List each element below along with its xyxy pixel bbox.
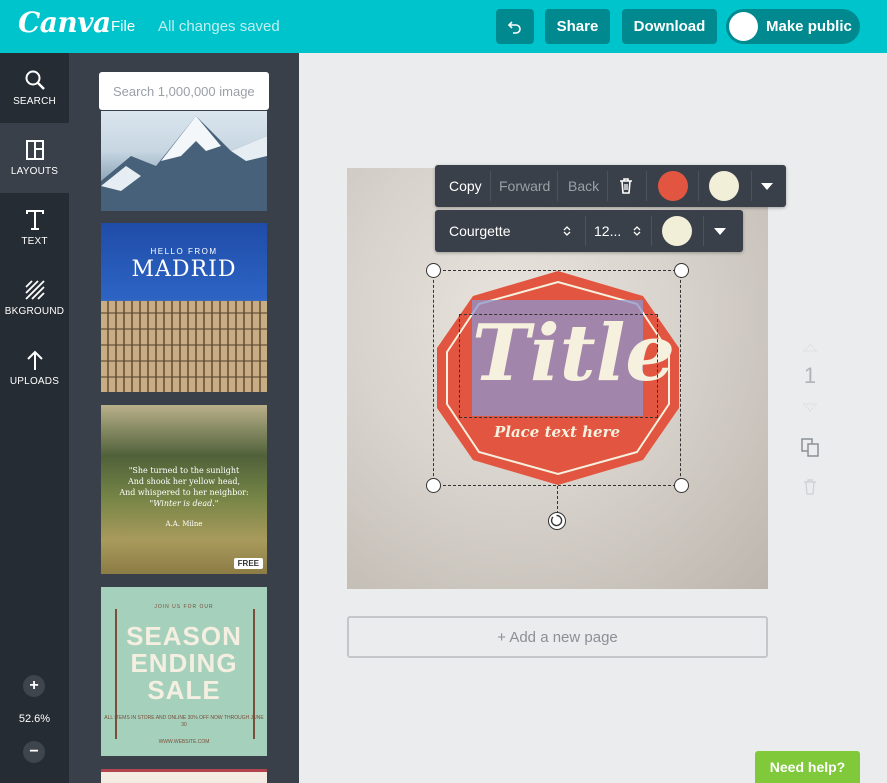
- copy-button[interactable]: Copy: [449, 165, 482, 207]
- mountain-image: [101, 116, 267, 211]
- divider: [646, 171, 647, 201]
- top-bar: Canva File All changes saved Share Downl…: [0, 0, 887, 53]
- need-help-button[interactable]: Need help?: [755, 751, 860, 783]
- toggle-knob: [729, 12, 758, 41]
- share-button[interactable]: Share: [545, 9, 610, 44]
- page-down-icon[interactable]: [803, 403, 817, 413]
- font-size-stepper-icon[interactable]: [633, 225, 641, 237]
- divider: [698, 171, 699, 201]
- delete-page-icon[interactable]: [802, 478, 818, 496]
- make-public-label: Make public: [766, 18, 852, 35]
- madrid-title-text: MADRID: [131, 257, 237, 282]
- image-search-input[interactable]: [99, 72, 269, 110]
- sale-word: SALE: [147, 675, 221, 705]
- rotate-icon: [550, 514, 563, 527]
- search-icon: [25, 70, 45, 90]
- layouts-panel: HELLO FROM MADRID "She turned to the sun…: [69, 53, 299, 783]
- quote-line: And shook her yellow head,: [127, 477, 241, 486]
- color-swatch-secondary[interactable]: [709, 171, 739, 201]
- undo-icon: [507, 20, 521, 34]
- background-icon: [24, 280, 45, 300]
- layout-thumbnail-partial[interactable]: [101, 769, 267, 783]
- zoom-out-button[interactable]: −: [23, 741, 45, 763]
- page-up-icon[interactable]: [803, 342, 817, 352]
- divider: [607, 171, 608, 201]
- color-swatch-primary[interactable]: [658, 171, 688, 201]
- layout-thumbnail-sale[interactable]: JOIN US FOR OUR SEASON ENDING SALE ALL I…: [101, 587, 267, 756]
- zoom-level: 52.6%: [18, 713, 51, 725]
- divider: [751, 171, 752, 201]
- layouts-icon: [25, 140, 44, 160]
- sale-details: ALL ITEMS IN STORE AND ONLINE 30% OFF NO…: [104, 715, 264, 728]
- rail-item-text[interactable]: TEXT: [0, 193, 69, 263]
- rail-label-search: SEARCH: [13, 96, 56, 107]
- madrid-hello-text: HELLO FROM: [150, 247, 218, 256]
- rail-item-uploads[interactable]: UPLOADS: [0, 333, 69, 403]
- divider: [651, 216, 652, 246]
- font-family-select[interactable]: Courgette: [449, 210, 510, 252]
- rail-label-layouts: LAYOUTS: [10, 166, 59, 177]
- file-menu[interactable]: File: [111, 18, 135, 35]
- group-selection-box: [433, 270, 681, 486]
- quote-emphasis: "Winter is dead.": [149, 499, 219, 508]
- page-number: 1: [803, 363, 817, 388]
- layout-thumbnail-mountain[interactable]: [101, 111, 267, 211]
- back-button[interactable]: Back: [568, 165, 599, 207]
- divider: [557, 171, 558, 201]
- layout-thumbnail-madrid[interactable]: HELLO FROM MADRID: [101, 223, 267, 392]
- resize-handle-bottom-right[interactable]: [674, 478, 689, 493]
- divider: [490, 171, 491, 201]
- rail-item-background[interactable]: BKGROUND: [0, 263, 69, 333]
- rotate-guide: [557, 486, 558, 514]
- text-color-swatch[interactable]: [662, 216, 692, 246]
- rail-item-search[interactable]: SEARCH: [0, 53, 69, 123]
- quote-line: And whispered to her neighbor:: [119, 488, 249, 497]
- save-status: All changes saved: [158, 18, 280, 35]
- quote-text: "She turned to the sunlight And shook he…: [115, 465, 253, 509]
- text-icon: [25, 210, 44, 230]
- quote-author: A.A. Milne: [165, 520, 203, 528]
- font-size-select[interactable]: 12...: [594, 210, 621, 252]
- sale-intro: JOIN US FOR OUR: [154, 604, 214, 610]
- chevron-down-icon[interactable]: [761, 183, 773, 190]
- canva-logo[interactable]: Canva: [18, 6, 111, 39]
- resize-handle-bottom-left[interactable]: [426, 478, 441, 493]
- quote-line: "She turned to the sunlight: [128, 466, 240, 475]
- make-public-toggle[interactable]: Make public: [726, 9, 860, 44]
- undo-button[interactable]: [496, 9, 534, 44]
- font-select-stepper-icon[interactable]: [563, 225, 571, 237]
- sale-website: WWW.WEBSITE.COM: [158, 739, 210, 745]
- divider: [703, 216, 704, 246]
- zoom-in-button[interactable]: +: [23, 675, 45, 697]
- layout-thumbnail-quote[interactable]: "She turned to the sunlight And shook he…: [101, 405, 267, 574]
- free-badge: FREE: [233, 558, 263, 569]
- palace-image: [101, 301, 267, 392]
- trash-icon[interactable]: [617, 177, 635, 195]
- tool-rail: SEARCH LAYOUTS TEXT BKGROUND UPLOADS + 5…: [0, 53, 69, 783]
- element-toolbar: Copy Forward Back: [435, 165, 786, 207]
- resize-handle-top-left[interactable]: [426, 263, 441, 278]
- rail-label-background: BKGROUND: [4, 306, 65, 317]
- duplicate-page-icon[interactable]: [800, 437, 820, 457]
- rail-label-uploads: UPLOADS: [9, 376, 60, 387]
- text-toolbar: Courgette 12...: [435, 210, 743, 252]
- chevron-down-icon[interactable]: [714, 228, 726, 235]
- upload-icon: [26, 350, 43, 370]
- rail-item-layouts[interactable]: LAYOUTS: [0, 123, 69, 193]
- add-page-button[interactable]: + Add a new page: [347, 616, 768, 658]
- forward-button[interactable]: Forward: [499, 165, 550, 207]
- rail-label-text: TEXT: [21, 236, 48, 247]
- divider: [585, 216, 586, 246]
- rotate-handle[interactable]: [548, 512, 566, 530]
- download-button[interactable]: Download: [622, 9, 717, 44]
- resize-handle-top-right[interactable]: [674, 263, 689, 278]
